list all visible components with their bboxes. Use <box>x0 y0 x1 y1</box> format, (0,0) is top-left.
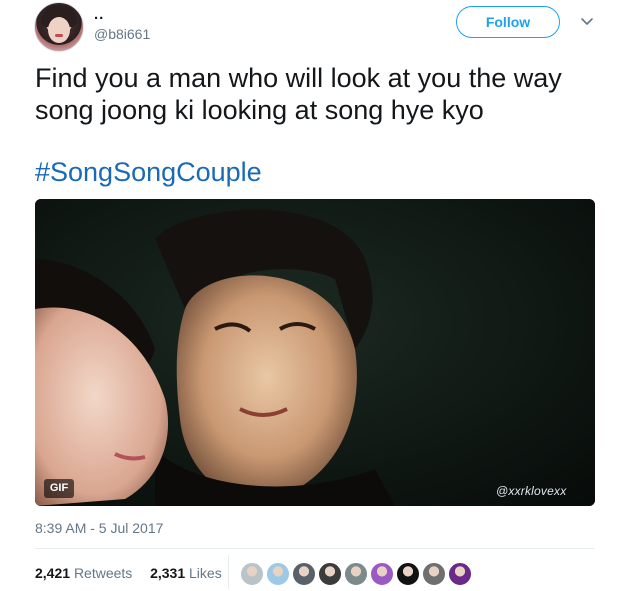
retweets-stat[interactable]: 2,421 Retweets <box>35 565 136 581</box>
liker-avatar-9[interactable] <box>448 562 472 586</box>
tweet-stats: 2,421 Retweets 2,331 Likes <box>35 565 222 581</box>
tweet-text: Find you a man who will look at you the … <box>35 62 595 126</box>
avatar-face <box>48 17 70 43</box>
retweets-label: Retweets <box>73 565 133 581</box>
likes-stat[interactable]: 2,331 Likes <box>150 565 222 581</box>
gif-frame-illustration <box>35 199 595 506</box>
follow-button[interactable]: Follow <box>456 6 560 38</box>
liker-avatar-1[interactable] <box>240 562 264 586</box>
liker-avatar-5[interactable] <box>344 562 368 586</box>
tweet-text-line-2: song joong ki looking at song hye kyo <box>35 95 484 125</box>
tweet-card: .. @b8i661 Follow Find you a man who wil… <box>0 0 623 591</box>
stats-separator <box>228 555 229 589</box>
liker-avatar-3[interactable] <box>292 562 316 586</box>
liker-avatar-2[interactable] <box>266 562 290 586</box>
gif-badge: GIF <box>44 479 74 498</box>
liker-avatar-7[interactable] <box>396 562 420 586</box>
display-name[interactable]: .. <box>94 6 104 23</box>
gif-media[interactable] <box>35 199 595 506</box>
chevron-down-icon[interactable] <box>578 12 596 30</box>
tweet-timestamp[interactable]: 8:39 AM - 5 Jul 2017 <box>35 520 163 536</box>
likes-label: Likes <box>189 565 222 581</box>
gif-watermark: @xxrklovexx <box>496 484 567 498</box>
avatar-lips <box>55 34 63 37</box>
screen-name[interactable]: @b8i661 <box>94 26 150 42</box>
hashtag-link[interactable]: #SongSongCouple <box>35 156 262 188</box>
liker-avatar-4[interactable] <box>318 562 342 586</box>
retweets-count: 2,421 <box>35 565 71 581</box>
likes-count: 2,331 <box>150 565 186 581</box>
liker-avatar-8[interactable] <box>422 562 446 586</box>
stats-divider <box>35 548 595 549</box>
liker-avatar-6[interactable] <box>370 562 394 586</box>
user-avatar[interactable] <box>34 2 84 52</box>
tweet-text-line-1: Find you a man who will look at you the … <box>35 63 562 93</box>
